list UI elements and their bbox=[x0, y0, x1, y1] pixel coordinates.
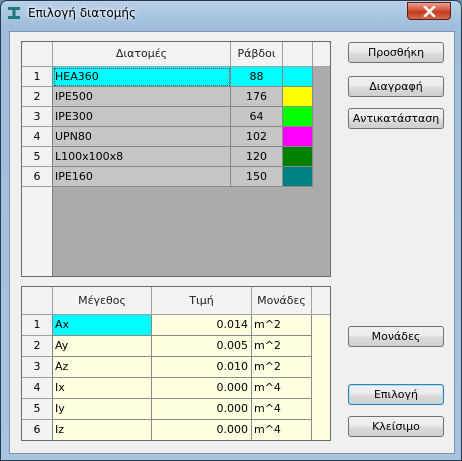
steel-section-icon bbox=[8, 7, 20, 19]
select-button[interactable]: Επιλογή bbox=[348, 384, 444, 405]
grid-filler bbox=[312, 315, 330, 440]
member-count-cell[interactable]: 120 bbox=[231, 147, 283, 167]
member-count-cell[interactable]: 176 bbox=[231, 87, 283, 107]
property-value-cell[interactable]: 0.010 bbox=[152, 357, 252, 378]
property-unit-cell[interactable]: m^2 bbox=[252, 336, 312, 357]
property-unit-cell[interactable]: m^2 bbox=[252, 357, 312, 378]
units-button[interactable]: Μονάδες bbox=[348, 326, 444, 347]
section-name-cell[interactable]: L100x100x8 bbox=[53, 147, 231, 167]
section-color-swatch[interactable] bbox=[283, 67, 313, 87]
section-name-cell[interactable]: IPE160 bbox=[53, 167, 231, 187]
section-color-swatch[interactable] bbox=[283, 87, 313, 107]
add-button[interactable]: Προσθήκη bbox=[348, 42, 444, 63]
row-number[interactable]: 6 bbox=[22, 420, 53, 440]
window-title: Επιλογή διατομής bbox=[28, 6, 136, 20]
grid-corner bbox=[22, 42, 53, 67]
row-number[interactable]: 2 bbox=[22, 336, 53, 357]
property-value-cell[interactable]: 0.014 bbox=[152, 315, 252, 336]
grid-corner bbox=[22, 287, 53, 315]
property-name-cell[interactable]: Iz bbox=[53, 420, 152, 440]
dialog-body: Διατομές Ράβδοι 1 HEA360 88 2 IPE500 176 3 IPE3… bbox=[9, 31, 455, 454]
property-name-cell[interactable]: Ax bbox=[53, 315, 152, 336]
column-header-sections[interactable]: Διατομές bbox=[53, 42, 231, 67]
sections-grid[interactable]: Διατομές Ράβδοι 1 HEA360 88 2 IPE500 176 3 IPE3… bbox=[21, 41, 331, 277]
section-name-cell[interactable]: HEA360 bbox=[53, 67, 231, 87]
section-name-cell[interactable]: UPN80 bbox=[53, 127, 231, 147]
dialog-window: Επιλογή διατομής Διατομές Ράβδοι 1 HEA360… bbox=[0, 0, 462, 461]
replace-button[interactable]: Αντικατάσταση bbox=[348, 108, 444, 129]
column-header-color[interactable] bbox=[283, 42, 313, 67]
row-number[interactable]: 1 bbox=[22, 67, 53, 87]
section-color-swatch[interactable] bbox=[283, 167, 313, 187]
delete-button[interactable]: Διαγραφή bbox=[348, 76, 444, 97]
property-unit-cell[interactable]: m^2 bbox=[252, 315, 312, 336]
title-bar[interactable]: Επιλογή διατομής bbox=[1, 1, 461, 26]
property-value-cell[interactable]: 0.000 bbox=[152, 399, 252, 420]
property-value-cell[interactable]: 0.005 bbox=[152, 336, 252, 357]
section-name-cell[interactable]: IPE300 bbox=[53, 107, 231, 127]
column-header-members[interactable]: Ράβδοι bbox=[231, 42, 283, 67]
member-count-cell[interactable]: 64 bbox=[231, 107, 283, 127]
close-icon bbox=[423, 6, 436, 17]
property-name-cell[interactable]: Ix bbox=[53, 378, 152, 399]
row-number[interactable]: 6 bbox=[22, 167, 53, 187]
row-number[interactable]: 3 bbox=[22, 107, 53, 127]
row-number[interactable]: 5 bbox=[22, 399, 53, 420]
property-name-cell[interactable]: Iy bbox=[53, 399, 152, 420]
property-name-cell[interactable]: Ay bbox=[53, 336, 152, 357]
row-number[interactable]: 1 bbox=[22, 315, 53, 336]
row-number[interactable]: 4 bbox=[22, 378, 53, 399]
section-color-swatch[interactable] bbox=[283, 147, 313, 167]
row-number[interactable]: 3 bbox=[22, 357, 53, 378]
close-window-button[interactable] bbox=[407, 2, 451, 20]
section-name-cell[interactable]: IPE500 bbox=[53, 87, 231, 107]
row-number[interactable]: 2 bbox=[22, 87, 53, 107]
section-color-swatch[interactable] bbox=[283, 127, 313, 147]
member-count-cell[interactable]: 150 bbox=[231, 167, 283, 187]
section-color-swatch[interactable] bbox=[283, 107, 313, 127]
property-unit-cell[interactable]: m^4 bbox=[252, 378, 312, 399]
property-unit-cell[interactable]: m^4 bbox=[252, 399, 312, 420]
member-count-cell[interactable]: 88 bbox=[231, 67, 283, 87]
property-unit-cell[interactable]: m^4 bbox=[252, 420, 312, 440]
close-button[interactable]: Κλείσιμο bbox=[348, 416, 444, 437]
property-value-cell[interactable]: 0.000 bbox=[152, 420, 252, 440]
member-count-cell[interactable]: 102 bbox=[231, 127, 283, 147]
property-name-cell[interactable]: Az bbox=[53, 357, 152, 378]
properties-grid[interactable]: Μέγεθος Τιμή Μονάδες 1 Ax 0.014 m^2 2 Ay 0.005… bbox=[21, 286, 331, 441]
column-header-quantity[interactable]: Μέγεθος bbox=[53, 287, 152, 315]
column-header-value[interactable]: Τιμή bbox=[152, 287, 252, 315]
column-header-blank bbox=[313, 42, 330, 67]
column-header-units[interactable]: Μονάδες bbox=[252, 287, 312, 315]
row-number[interactable]: 5 bbox=[22, 147, 53, 167]
row-number[interactable]: 4 bbox=[22, 127, 53, 147]
column-header-blank bbox=[312, 287, 330, 315]
property-value-cell[interactable]: 0.000 bbox=[152, 378, 252, 399]
